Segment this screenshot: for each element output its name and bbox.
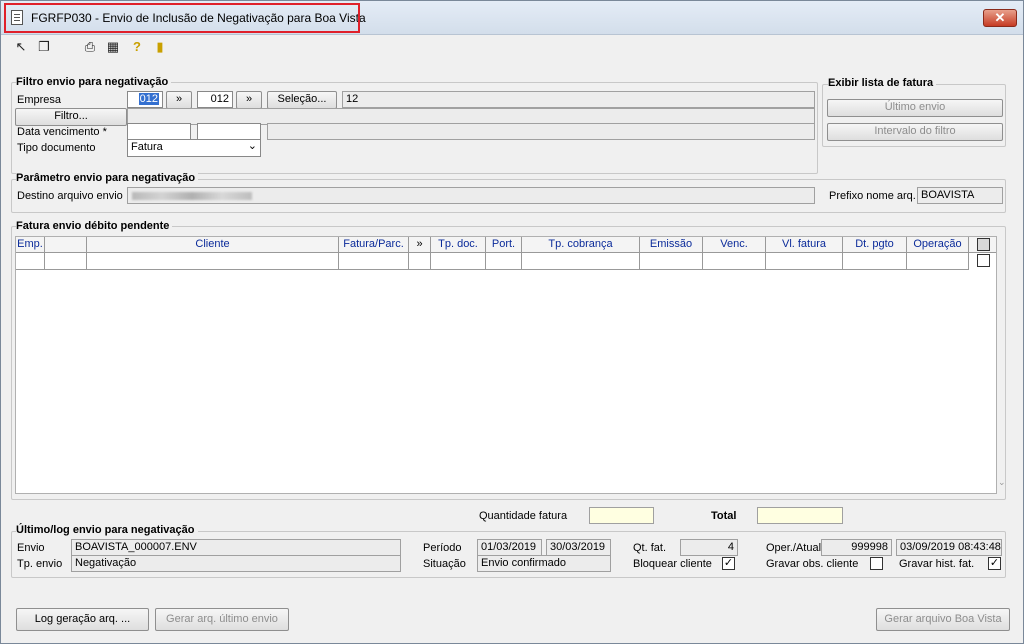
gerar-arquivo-boa-vista-button[interactable]: Gerar arquivo Boa Vista	[876, 608, 1010, 631]
cursor-icon[interactable]: ↖	[13, 39, 29, 55]
fatura-title: Fatura envio débito pendente	[16, 220, 173, 232]
help-icon[interactable]: ?	[129, 39, 145, 55]
col-spacer	[45, 237, 87, 252]
oper-field: 999998	[821, 539, 892, 556]
quantidade-fatura-field	[589, 507, 654, 524]
ultimo-envio-button[interactable]: Último envio	[827, 99, 1003, 117]
data-vencimento-from-input[interactable]	[127, 123, 191, 140]
situacao-field: Envio confirmado	[477, 555, 611, 572]
print-icon[interactable]: ⎙	[82, 39, 98, 55]
title-bar: FGRFP030 - Envio de Inclusão de Negativa…	[1, 1, 1023, 35]
scroll-down-icon[interactable]: ⌄	[998, 477, 1006, 488]
cell-emp	[16, 253, 45, 270]
fatura-table: Emp. Cliente Fatura/Parc. » Tp. doc. Por…	[15, 236, 1006, 494]
col-tp-doc[interactable]: Tp. doc.	[431, 237, 486, 252]
cell-spacer	[45, 253, 87, 270]
col-cliente[interactable]: Cliente	[87, 237, 339, 252]
col-vl-fatura[interactable]: Vl. fatura	[766, 237, 843, 252]
tipo-documento-select[interactable]: Fatura ⌄	[127, 139, 261, 157]
cell-dt-pgto	[843, 253, 907, 270]
empresa-to-input[interactable]: 012	[197, 91, 233, 108]
intervalo-filtro-button[interactable]: Intervalo do filtro	[827, 123, 1003, 141]
selecao-button[interactable]: Seleção...	[267, 91, 337, 109]
log-geracao-button[interactable]: Log geração arq. ...	[16, 608, 149, 631]
exibir-lista-title: Exibir lista de fatura	[828, 77, 937, 89]
table-row[interactable]	[16, 253, 969, 270]
qt-fat-field: 4	[680, 539, 738, 556]
main-window: FGRFP030 - Envio de Inclusão de Negativa…	[0, 0, 1024, 644]
envio-label: Envio	[17, 542, 45, 554]
tp-envio-label: Tp. envio	[17, 558, 63, 570]
chevron-down-icon: ⌄	[247, 140, 257, 152]
data-vencimento-extra-field	[267, 123, 815, 140]
blurred-path	[132, 192, 252, 200]
cell-vl-fatura	[766, 253, 843, 270]
data-vencimento-to-input[interactable]	[197, 123, 261, 140]
total-field	[757, 507, 843, 524]
total-label: Total	[711, 510, 737, 522]
destino-arquivo-field	[127, 187, 815, 204]
periodo-from-field: 01/03/2019	[477, 539, 542, 556]
oper-atual-label: Oper./Atual.	[766, 542, 825, 554]
cell-port	[486, 253, 522, 270]
calculator-icon[interactable]: ▦	[105, 39, 121, 55]
filtro-title: Filtro envio para negativação	[16, 76, 172, 88]
col-operacao[interactable]: Operação	[907, 237, 969, 252]
empresa-description-field: 12	[342, 91, 815, 108]
cell-cliente	[87, 253, 339, 270]
quantidade-fatura-label: Quantidade fatura	[479, 510, 568, 522]
destino-arquivo-label: Destino arquivo envio	[17, 190, 123, 202]
cell-tp-doc	[431, 253, 486, 270]
situacao-label: Situação	[423, 558, 466, 570]
exit-door-icon[interactable]: ▮	[152, 39, 168, 55]
periodo-label: Período	[423, 542, 462, 554]
close-button[interactable]: ✕	[983, 9, 1017, 27]
cell-arrow	[409, 253, 431, 270]
empresa-to-arrow-button[interactable]: »	[236, 91, 262, 109]
empresa-from-arrow-button[interactable]: »	[166, 91, 192, 109]
cell-operacao	[907, 253, 969, 270]
gerar-ultimo-envio-button[interactable]: Gerar arq. último envio	[155, 608, 289, 631]
col-venc[interactable]: Venc.	[703, 237, 766, 252]
copy-icon[interactable]: ❐	[36, 39, 52, 55]
prefixo-field: BOAVISTA	[917, 187, 1003, 204]
select-all-checkbox[interactable]	[977, 238, 990, 251]
envio-field: BOAVISTA_000007.ENV	[71, 539, 401, 556]
tp-envio-field: Negativação	[71, 555, 401, 572]
tipo-documento-label: Tipo documento	[17, 142, 96, 154]
cell-emissao	[640, 253, 703, 270]
table-header: Emp. Cliente Fatura/Parc. » Tp. doc. Por…	[16, 237, 996, 253]
col-tp-cobranca[interactable]: Tp. cobrança	[522, 237, 640, 252]
gravar-obs-label: Gravar obs. cliente	[766, 558, 859, 570]
col-emp[interactable]: Emp.	[16, 237, 45, 252]
cell-venc	[703, 253, 766, 270]
gravar-obs-checkbox[interactable]	[870, 557, 883, 570]
empresa-label: Empresa	[17, 94, 62, 106]
title-highlight-box	[4, 3, 360, 33]
cell-fatura-parc	[339, 253, 409, 270]
data-vencimento-label: Data vencimento *	[17, 126, 107, 138]
bloquear-cliente-checkbox[interactable]: ✓	[722, 557, 735, 570]
empresa-from-input[interactable]: 012	[127, 91, 163, 108]
qt-fat-label: Qt. fat.	[633, 542, 667, 554]
col-arrow[interactable]: »	[409, 237, 431, 252]
bloquear-cliente-label: Bloquear cliente	[633, 558, 712, 570]
periodo-to-field: 30/03/2019	[546, 539, 611, 556]
filtro-button[interactable]: Filtro...	[15, 108, 127, 126]
col-dt-pgto[interactable]: Dt. pgto	[843, 237, 907, 252]
cell-tp-cobranca	[522, 253, 640, 270]
log-title: Último/log envio para negativação	[16, 524, 198, 536]
prefixo-label: Prefixo nome arq.	[829, 190, 916, 202]
gravar-hist-checkbox[interactable]: ✓	[988, 557, 1001, 570]
col-fatura-parc[interactable]: Fatura/Parc.	[339, 237, 409, 252]
parametro-title: Parâmetro envio para negativação	[16, 172, 199, 184]
gravar-hist-label: Gravar hist. fat.	[899, 558, 975, 570]
col-port[interactable]: Port.	[486, 237, 522, 252]
tipo-documento-value: Fatura	[131, 141, 163, 153]
oper-datetime-field: 03/09/2019 08:43:48	[896, 539, 1002, 556]
row-checkbox[interactable]	[977, 254, 990, 267]
col-emissao[interactable]: Emissão	[640, 237, 703, 252]
